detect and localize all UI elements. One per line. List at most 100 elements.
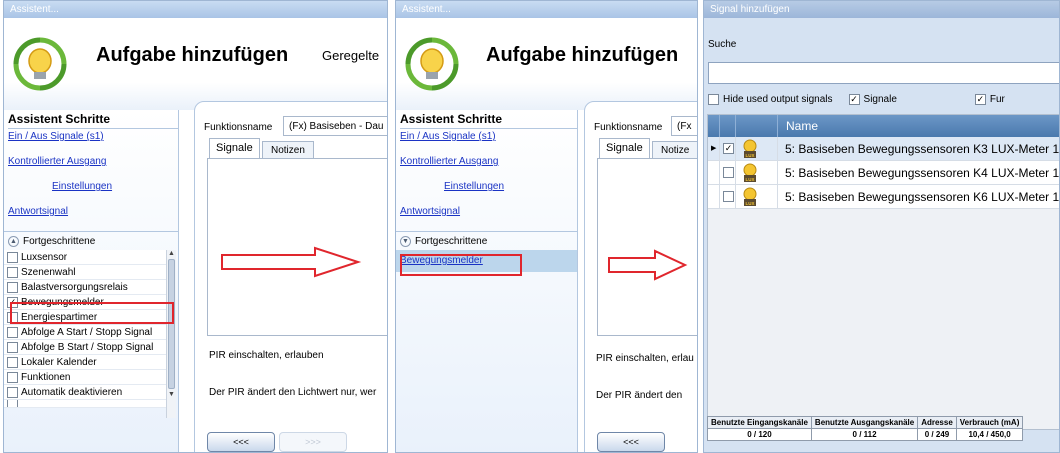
- advanced-label: Fortgeschrittene: [415, 236, 488, 247]
- header-cell: [708, 115, 720, 137]
- checkbox-checked[interactable]: ✓: [974, 94, 986, 105]
- filter-hide-used[interactable]: Hide used output signals: [708, 94, 833, 105]
- grid-header: Name: [708, 115, 1059, 137]
- steps-title: Assistent Schritte: [8, 112, 178, 129]
- row-text: 5: Basiseben Bewegungssensoren K4 LUX-Me…: [785, 166, 1060, 180]
- stats-value: 0 / 249: [917, 428, 957, 441]
- scroll-down-arrow[interactable]: ▼: [167, 391, 176, 398]
- option-kalender[interactable]: Lokaler Kalender: [4, 355, 176, 370]
- option-balast[interactable]: Balastversorgungsrelais: [4, 280, 176, 295]
- column-header-name[interactable]: Name: [786, 119, 818, 133]
- back-button[interactable]: <<<: [597, 432, 665, 452]
- stats-value: 10,4 / 450,0: [955, 428, 1024, 441]
- option-label: Automatik deaktivieren: [21, 386, 123, 398]
- step-settings[interactable]: Einstellungen: [444, 181, 577, 192]
- chevron-up-icon: ▲: [8, 236, 19, 247]
- page-subtitle: Geregelte: [322, 48, 380, 63]
- usage-stats: Benutzte Eingangskanäle Benutzte Ausgang…: [707, 416, 1024, 441]
- checkbox[interactable]: [7, 281, 18, 293]
- stats-header: Benutzte Ausgangskanäle: [810, 416, 919, 429]
- advanced-label: Fortgeschrittene: [23, 236, 96, 247]
- option-automatik[interactable]: Automatik deaktivieren: [4, 385, 176, 400]
- checkbox[interactable]: [7, 251, 18, 263]
- row-checkbox-checked[interactable]: ✓: [723, 143, 734, 154]
- row-checkbox[interactable]: [723, 167, 734, 178]
- cell: [708, 185, 720, 208]
- header-cell: [736, 115, 778, 137]
- advanced-toggle[interactable]: ▲ Fortgeschrittene: [4, 231, 178, 250]
- filter-label: Hide used output signals: [723, 94, 833, 105]
- option-funktionen[interactable]: Funktionen: [4, 370, 176, 385]
- option-label: Abfolge A Start / Stopp Signal: [21, 326, 153, 338]
- tab-notizen[interactable]: Notizen: [262, 141, 314, 158]
- function-name-field[interactable]: (Fx) Basiseben - Dau: [283, 116, 387, 136]
- window-title: Assistent...: [396, 1, 697, 18]
- option-abfolge-b[interactable]: Abfolge B Start / Stopp Signal: [4, 340, 176, 355]
- icon-text: LUX: [746, 177, 755, 182]
- lux-sensor-icon: LUX: [743, 163, 757, 182]
- icon-text: LUX: [746, 201, 755, 206]
- checkbox[interactable]: [708, 94, 719, 105]
- step-response-signal[interactable]: Antwortsignal: [400, 206, 577, 217]
- header-cell: [720, 115, 736, 137]
- stats-value: 0 / 120: [707, 428, 812, 441]
- step-on-off-signals[interactable]: Ein / Aus Signale (s1): [8, 131, 178, 142]
- option-label: Funktionen: [21, 371, 71, 383]
- step-controlled-output[interactable]: Kontrollierter Ausgang: [400, 156, 577, 167]
- tab-signale[interactable]: Signale: [599, 138, 650, 158]
- wizard-steps-sidebar: Assistent Schritte Ein / Aus Signale (s1…: [4, 110, 179, 452]
- advanced-toggle[interactable]: ▼ Fortgeschrittene: [396, 231, 577, 250]
- description-line-1: PIR einschalten, erlauben: [209, 350, 324, 361]
- back-button[interactable]: <<<: [207, 432, 275, 452]
- checkbox-checked[interactable]: ✓: [848, 94, 860, 105]
- add-signal-window: Signal hinzufügen Suche Hide used output…: [703, 0, 1060, 453]
- signals-grid: Name ▶ ✓ LUX 5: Basiseben Bewegungssenso…: [707, 114, 1060, 430]
- tab-notizen[interactable]: Notize: [652, 141, 697, 158]
- wizard-steps-sidebar: Assistent Schritte Ein / Aus Signale (s1…: [396, 110, 578, 452]
- checkbox[interactable]: [7, 371, 18, 383]
- row-text: 5: Basiseben Bewegungssensoren K6 LUX-Me…: [785, 190, 1060, 204]
- window-title: Assistent...: [4, 1, 387, 18]
- step-response-signal[interactable]: Antwortsignal: [8, 206, 178, 217]
- lightbulb-cycle-icon: [13, 37, 67, 91]
- search-input[interactable]: [708, 62, 1059, 84]
- function-name-field[interactable]: (Fx: [671, 116, 697, 136]
- cell: [708, 161, 720, 184]
- option-label: Luxsensor: [21, 251, 68, 263]
- lightbulb-cycle-icon: [405, 37, 459, 91]
- next-button[interactable]: >>>: [279, 432, 347, 452]
- description-line-2: Der PIR ändert den Lichtwert nur, wer: [209, 387, 377, 398]
- option-label: Abfolge B Start / Stopp Signal: [21, 341, 154, 353]
- checkbox[interactable]: [7, 386, 18, 398]
- lux-sensor-icon: LUX: [743, 187, 757, 206]
- table-row[interactable]: LUX 5: Basiseben Bewegungssensoren K4 LU…: [708, 161, 1060, 185]
- row-checkbox[interactable]: [723, 191, 734, 202]
- filter-signals[interactable]: ✓ Signale: [848, 94, 897, 105]
- scroll-up-arrow[interactable]: ▲: [167, 250, 176, 257]
- step-on-off-signals[interactable]: Ein / Aus Signale (s1): [400, 131, 577, 142]
- table-row[interactable]: LUX 5: Basiseben Bewegungssensoren K6 LU…: [708, 185, 1060, 209]
- signals-area: [597, 158, 697, 336]
- step-settings[interactable]: Einstellungen: [52, 181, 178, 192]
- option-szenenwahl[interactable]: Szenenwahl: [4, 265, 176, 280]
- checkbox[interactable]: [7, 400, 18, 407]
- checkbox[interactable]: [7, 266, 18, 278]
- wizard-header: Aufgabe hinzufügen Geregelte: [4, 18, 387, 110]
- checkbox[interactable]: [7, 326, 18, 338]
- function-name-label: Funktionsname: [204, 122, 273, 133]
- chevron-down-icon: ▼: [400, 236, 411, 247]
- filter-functions[interactable]: ✓ Fur: [974, 94, 1005, 105]
- scrollbar-thumb[interactable]: [168, 259, 175, 389]
- tab-signale[interactable]: Signale: [209, 138, 260, 158]
- option-abfolge-a[interactable]: Abfolge A Start / Stopp Signal: [4, 325, 176, 340]
- step-controlled-output[interactable]: Kontrollierter Ausgang: [8, 156, 178, 167]
- option-label: Szenenwahl: [21, 266, 76, 278]
- stats-header: Verbrauch (mA): [955, 416, 1024, 429]
- option-luxsensor[interactable]: Luxsensor: [4, 250, 176, 265]
- scrollbar[interactable]: ▲ ▼: [166, 250, 176, 418]
- checkbox[interactable]: [7, 356, 18, 368]
- checkbox[interactable]: [7, 341, 18, 353]
- table-row[interactable]: ▶ ✓ LUX 5: Basiseben Bewegungssensoren K…: [708, 137, 1059, 161]
- option-partial[interactable]: [4, 400, 176, 408]
- window-title: Signal hinzufügen: [704, 1, 1059, 18]
